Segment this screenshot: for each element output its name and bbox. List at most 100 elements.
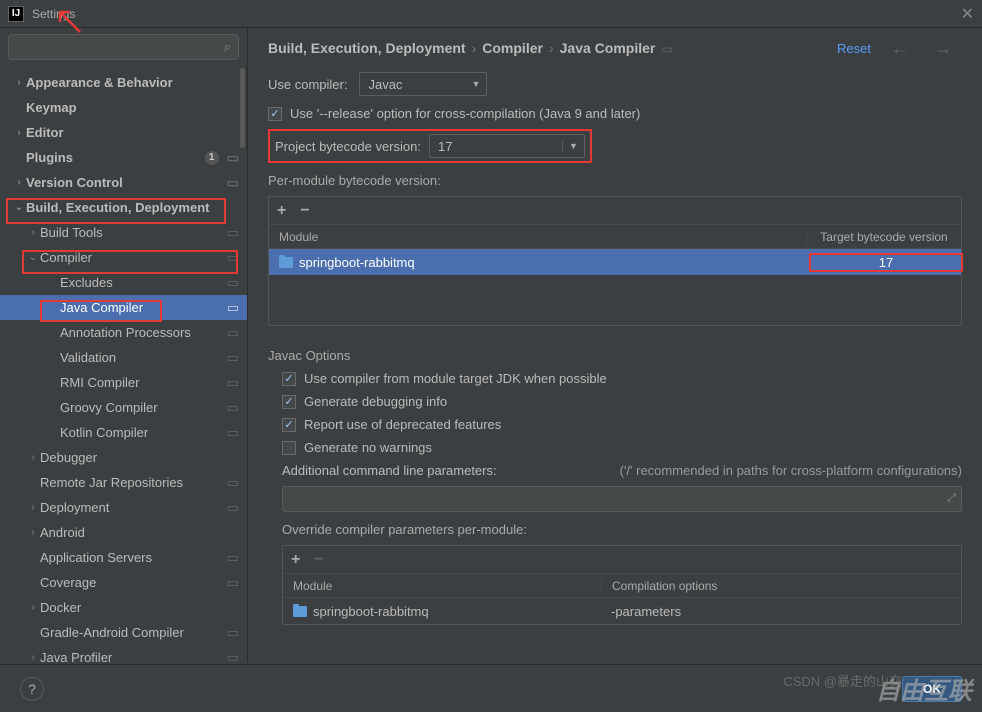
chevron-icon: ›	[26, 452, 40, 463]
sidebar-item-label: Build, Execution, Deployment	[26, 200, 239, 215]
folder-icon	[279, 257, 293, 268]
chevron-down-icon: ▼	[472, 79, 481, 89]
config-icon: ▭	[227, 375, 239, 391]
sidebar-item[interactable]: Gradle-Android Compiler▭	[0, 620, 247, 645]
chevron-icon: ›	[26, 652, 40, 662]
nav-arrows[interactable]: ← →	[891, 38, 962, 59]
sidebar-item[interactable]: Keymap	[0, 95, 247, 120]
config-icon: ▭	[227, 275, 239, 291]
sidebar-item[interactable]: ›Java Profiler▭	[0, 645, 247, 662]
chevron-icon: ›	[12, 127, 26, 138]
sidebar-item-label: Excludes	[60, 275, 223, 290]
per-module-label: Per-module bytecode version:	[268, 173, 962, 188]
sidebar-item[interactable]: ›Editor	[0, 120, 247, 145]
module-header2: Module	[283, 579, 601, 593]
config-icon: ▭	[227, 175, 239, 191]
chevron-icon: ›	[26, 227, 40, 238]
sidebar-item[interactable]: ›Version Control▭	[0, 170, 247, 195]
sidebar-item[interactable]: ›Appearance & Behavior	[0, 70, 247, 95]
sidebar-item[interactable]: Groovy Compiler▭	[0, 395, 247, 420]
sidebar-item-label: Validation	[60, 350, 223, 365]
sidebar-item[interactable]: ›Debugger	[0, 445, 247, 470]
cb-module-jdk[interactable]: ✓	[282, 372, 296, 386]
module-table: + − Module Target bytecode version sprin…	[268, 196, 962, 326]
config-icon: ▭	[227, 575, 239, 591]
sidebar-item[interactable]: ›Docker	[0, 595, 247, 620]
chevron-icon: ›	[26, 527, 40, 538]
ok-button[interactable]: OK	[902, 676, 962, 702]
param-table: + − Module Compilation options springboo…	[282, 545, 962, 625]
sidebar-item-label: Docker	[40, 600, 239, 615]
sidebar-item-label: Kotlin Compiler	[60, 425, 223, 440]
chevron-icon: ⌄	[12, 202, 26, 213]
comp-options-header: Compilation options	[601, 579, 961, 593]
reset-link[interactable]: Reset	[837, 41, 871, 56]
sidebar-item[interactable]: ›Build Tools▭	[0, 220, 247, 245]
help-button[interactable]: ?	[20, 677, 44, 701]
sidebar-item[interactable]: Annotation Processors▭	[0, 320, 247, 345]
add-button[interactable]: +	[291, 552, 300, 568]
javac-options-label: Javac Options	[268, 348, 962, 363]
sidebar: ⌕ ›Appearance & BehaviorKeymap›EditorPlu…	[0, 28, 248, 662]
sidebar-item[interactable]: Application Servers▭	[0, 545, 247, 570]
sidebar-item-label: Editor	[26, 125, 239, 140]
expand-icon[interactable]: ⤢	[947, 492, 956, 505]
target-header: Target bytecode version	[806, 230, 961, 244]
sidebar-item[interactable]: Excludes ▭	[0, 270, 247, 295]
remove-button[interactable]: −	[314, 552, 323, 568]
content-pane: Build, Execution, Deployment›Compiler›Ja…	[248, 28, 982, 662]
sidebar-item-label: Version Control	[26, 175, 223, 190]
sidebar-item[interactable]: RMI Compiler▭	[0, 370, 247, 395]
use-compiler-label: Use compiler:	[268, 77, 347, 92]
folder-icon	[293, 606, 307, 617]
remove-button[interactable]: −	[300, 203, 309, 219]
chevron-icon: ›	[26, 602, 40, 613]
sidebar-item[interactable]: ›Deployment▭	[0, 495, 247, 520]
sidebar-item[interactable]: ⌄Compiler ▭	[0, 245, 247, 270]
use-compiler-select[interactable]: Javac▼	[359, 72, 487, 96]
addl-params-input[interactable]	[282, 486, 962, 512]
sidebar-item-label: Java Compiler	[60, 300, 223, 315]
sidebar-item-label: Deployment	[40, 500, 223, 515]
project-bytecode-select[interactable]: 17▼	[429, 134, 585, 158]
chevron-icon: ⌄	[26, 252, 40, 263]
project-bytecode-label: Project bytecode version:	[275, 139, 421, 154]
cb-debug-info[interactable]: ✓	[282, 395, 296, 409]
table-row[interactable]: springboot-rabbitmq -parameters	[283, 598, 961, 624]
sidebar-item-label: Application Servers	[40, 550, 223, 565]
sidebar-item[interactable]: Coverage▭	[0, 570, 247, 595]
sidebar-item[interactable]: Remote Jar Repositories▭	[0, 470, 247, 495]
sidebar-item[interactable]: Plugins1▭	[0, 145, 247, 170]
scrollbar[interactable]	[240, 68, 245, 148]
sidebar-item-label: Compiler	[40, 250, 223, 265]
search-icon: ⌕	[224, 39, 231, 55]
sidebar-item-label: Appearance & Behavior	[26, 75, 239, 90]
chevron-icon: ›	[26, 502, 40, 513]
sidebar-item[interactable]: Java Compiler ▭	[0, 295, 247, 320]
config-icon: ▭	[227, 475, 239, 491]
cb-deprecated[interactable]: ✓	[282, 418, 296, 432]
config-icon: ▭	[227, 250, 239, 266]
search-input[interactable]	[8, 34, 239, 60]
sidebar-item[interactable]: Validation▭	[0, 345, 247, 370]
breadcrumb: Build, Execution, Deployment›Compiler›Ja…	[268, 40, 837, 56]
table-row[interactable]: springboot-rabbitmq 17	[269, 249, 961, 275]
window-title: Settings	[32, 7, 961, 21]
app-icon: IJ	[8, 6, 24, 22]
config-icon: ▭	[227, 300, 239, 316]
config-icon: ▭	[227, 625, 239, 641]
sidebar-item[interactable]: ›Android	[0, 520, 247, 545]
release-checkbox[interactable]: ✓	[268, 107, 282, 121]
sidebar-item[interactable]: Kotlin Compiler▭	[0, 420, 247, 445]
config-icon: ▭	[227, 150, 239, 166]
add-button[interactable]: +	[277, 203, 286, 219]
sidebar-item-label: Groovy Compiler	[60, 400, 223, 415]
sidebar-item-label: Annotation Processors	[60, 325, 223, 340]
sidebar-item-label: Build Tools	[40, 225, 223, 240]
cb-no-warnings[interactable]	[282, 441, 296, 455]
sidebar-item[interactable]: ⌄Build, Execution, Deployment	[0, 195, 247, 220]
close-icon[interactable]: ✕	[961, 4, 974, 24]
sidebar-item-label: Debugger	[40, 450, 239, 465]
sidebar-item-label: Java Profiler	[40, 650, 223, 662]
chevron-down-icon: ▼	[562, 141, 578, 151]
